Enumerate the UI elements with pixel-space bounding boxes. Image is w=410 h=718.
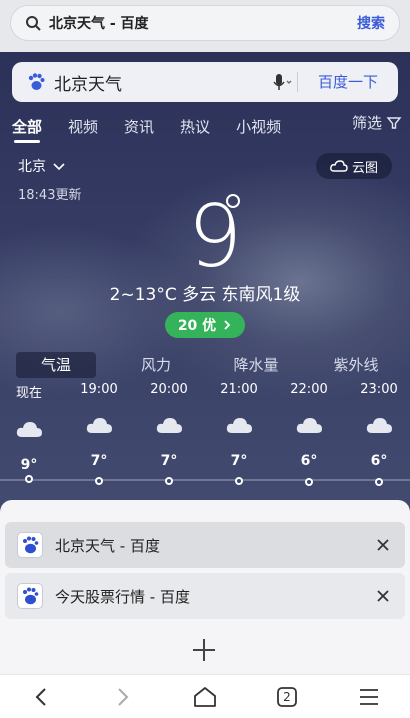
subtab-uv[interactable]: 紫外线 (316, 352, 396, 378)
hour-temp: 7° (160, 453, 178, 469)
hour-item: 现在 9° (4, 382, 54, 473)
trend-point (305, 478, 313, 486)
cloudy-icon (226, 418, 252, 433)
trend-point (235, 477, 243, 485)
hour-item: 22:00 6° (284, 382, 334, 469)
close-icon (377, 589, 389, 602)
filter-button[interactable]: 筛选 (352, 112, 402, 133)
tab-news[interactable]: 资讯 (124, 116, 154, 137)
hour-time: 20:00 (150, 382, 188, 397)
home-button[interactable] (185, 677, 225, 717)
weather-card: 北京天气 百度一下 全部 视频 资讯 热议 小视频 筛选 北京 云图 18:43… (0, 52, 410, 507)
home-icon (194, 686, 216, 707)
filter-icon (386, 116, 402, 129)
address-search-button[interactable]: 搜索 (357, 13, 385, 33)
browser-address-area: 北京天气 - 百度 搜索 (0, 0, 410, 52)
voice-input-button[interactable] (267, 73, 297, 91)
close-tab-button[interactable] (361, 586, 405, 607)
chevron-right-icon (224, 320, 231, 330)
hour-item: 19:00 7° (74, 382, 124, 469)
tab-video[interactable]: 视频 (68, 116, 98, 137)
new-tab-plus-icon[interactable] (190, 636, 218, 664)
weather-summary: 2~13°C 多云 东南风1级 (109, 285, 301, 305)
cloudy-icon (296, 418, 322, 433)
hour-time: 22:00 (290, 382, 328, 397)
forecast-subtabs: 气温 风力 降水量 紫外线 (16, 352, 396, 378)
hour-time: 21:00 (220, 382, 258, 397)
filter-label: 筛选 (351, 114, 382, 132)
city-selector[interactable]: 北京 (18, 156, 66, 176)
tab-discussion[interactable]: 热议 (180, 116, 210, 137)
baidu-search-box[interactable]: 北京天气 百度一下 (12, 62, 398, 102)
tabs-button[interactable]: 2 (267, 677, 307, 717)
cloudy-icon (366, 418, 392, 433)
tab-count: 2 (283, 689, 291, 704)
menu-icon (360, 688, 378, 705)
aqi-value: 20 优 (177, 318, 217, 334)
baidu-du-icon (23, 536, 39, 554)
trend-point (375, 478, 383, 486)
trend-point (95, 477, 103, 485)
hour-temp: 9° (20, 457, 38, 473)
baidu-favicon (17, 532, 43, 558)
cloudy-icon (156, 418, 182, 433)
cloudy-icon (86, 418, 112, 433)
open-tab-title: 北京天气 - 百度 (55, 536, 160, 555)
baidu-search-button[interactable]: 百度一下 (298, 62, 398, 102)
hour-item: 21:00 7° (214, 382, 264, 469)
cloudy-icon (16, 422, 42, 437)
search-query[interactable]: 北京天气 (54, 70, 267, 95)
trend-point (165, 477, 173, 485)
tab-short-video[interactable]: 小视频 (236, 116, 281, 137)
back-button[interactable] (21, 677, 61, 717)
hour-temp: 6° (370, 453, 388, 469)
baidu-favicon (17, 583, 43, 609)
baidu-paw-icon (28, 73, 45, 90)
current-temperature: 9 (187, 187, 243, 287)
result-tabs: 全部 视频 资讯 热议 小视频 (0, 112, 410, 143)
hour-time: 23:00 (360, 382, 398, 397)
subtab-wind[interactable]: 风力 (116, 352, 196, 378)
chevron-right-icon (118, 687, 129, 706)
hour-time: 19:00 (80, 382, 118, 397)
tab-all[interactable]: 全部 (12, 116, 42, 143)
open-tab-card[interactable]: 今天股票行情 - 百度 (5, 573, 405, 619)
address-bar[interactable]: 北京天气 - 百度 搜索 (10, 5, 400, 41)
open-tab-title: 今天股票行情 - 百度 (55, 587, 190, 606)
hour-temp: 6° (300, 453, 318, 469)
subtab-temperature[interactable]: 气温 (16, 352, 96, 378)
close-icon (377, 538, 389, 551)
chevron-down-icon (53, 163, 65, 171)
close-tab-button[interactable] (361, 535, 405, 556)
search-icon (26, 16, 41, 31)
hour-item: 23:00 6° (354, 382, 404, 469)
hour-time: 现在 (15, 386, 42, 401)
bottom-navigation: 2 (0, 674, 410, 718)
open-tab-card[interactable]: 北京天气 - 百度 (5, 522, 405, 568)
city-name: 北京 (18, 159, 46, 175)
degree-icon (226, 194, 240, 208)
hour-temp: 7° (230, 453, 248, 469)
update-time: 18:43更新 (18, 188, 82, 203)
cloud-map-button[interactable]: 云图 (316, 153, 392, 179)
hour-item: 20:00 7° (144, 382, 194, 469)
aqi-badge[interactable]: 20 优 (165, 312, 245, 338)
address-text: 北京天气 - 百度 (49, 16, 149, 32)
temperature-trend-line (0, 479, 410, 481)
cloud-map-label: 云图 (351, 160, 378, 176)
baidu-du-icon (23, 587, 39, 605)
menu-button[interactable] (349, 677, 389, 717)
cloud-map-icon (330, 160, 348, 172)
subtab-precipitation[interactable]: 降水量 (216, 352, 296, 378)
trend-point (25, 475, 33, 483)
forward-button[interactable] (103, 677, 143, 717)
microphone-icon (273, 74, 292, 90)
chevron-left-icon (35, 687, 46, 706)
hour-temp: 7° (90, 453, 108, 469)
